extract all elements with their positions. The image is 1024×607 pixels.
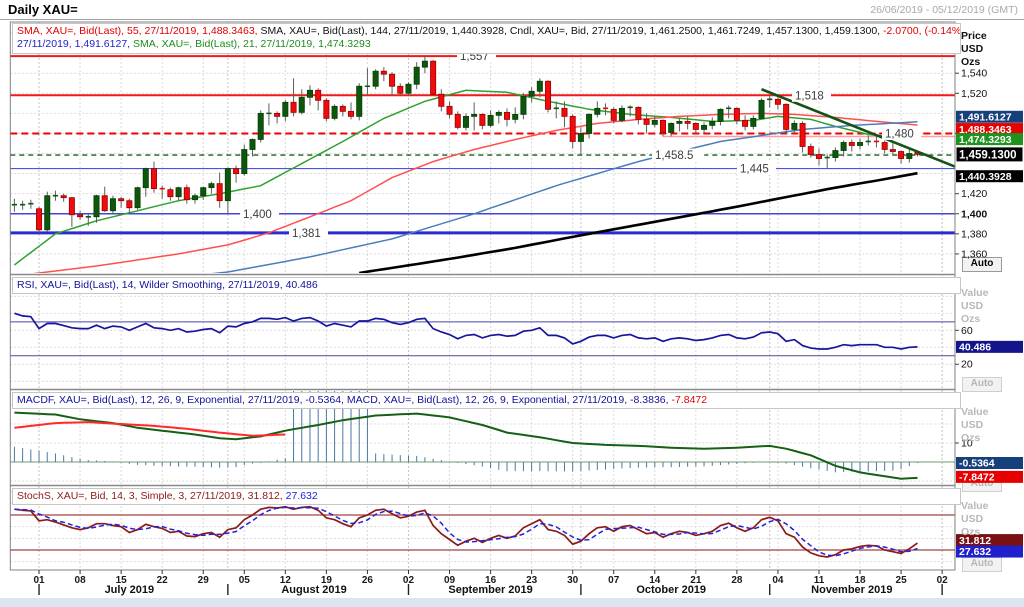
rsi-panel-legend[interactable]: RSI, XAU=, Bid(Last), 14, Wilder Smoothi… bbox=[12, 277, 961, 294]
svg-text:1,540: 1,540 bbox=[961, 68, 987, 80]
legend-segment: RSI, XAU=, Bid(Last), 14, Wilder Smoothi… bbox=[17, 279, 318, 291]
legend-segment: MACDF, XAU=, Bid(Last), 12, 26, 9, Expon… bbox=[17, 394, 669, 406]
level-label: 1,381 bbox=[292, 228, 321, 240]
price-panel: 1,5571,5181,4801,458.51,4451,4001,381 bbox=[10, 33, 958, 296]
svg-text:20: 20 bbox=[961, 359, 973, 371]
price-right-axis: 1,5401,5201,4801,4201,4001,3801,3601,491… bbox=[955, 68, 1023, 261]
rsi-panel bbox=[10, 279, 955, 381]
svg-text:-0.5364: -0.5364 bbox=[959, 458, 995, 470]
svg-text:27.632: 27.632 bbox=[959, 546, 991, 558]
rsi-axis-title: Value USD Ozs bbox=[961, 287, 988, 326]
stoch-legend-line: StochS, XAU=, Bid, 14, 3, Simple, 3, 27/… bbox=[17, 490, 956, 503]
level-label: 1,458.5 bbox=[655, 150, 693, 162]
x-tick-label: 29 bbox=[198, 575, 210, 586]
charting-app-window: 1,5571,5181,4801,458.51,4451,4001,3811,5… bbox=[0, 0, 1024, 607]
svg-text:1,491.6127: 1,491.6127 bbox=[959, 111, 1012, 123]
downtrend-line bbox=[762, 89, 959, 168]
svg-text:60: 60 bbox=[961, 325, 973, 337]
price-axis-title: Price USD Ozs bbox=[961, 30, 987, 69]
svg-text:1,380: 1,380 bbox=[961, 228, 987, 240]
x-tick-label: 22 bbox=[157, 575, 169, 586]
legend-segment: 27/11/2019, 1,491.6127, bbox=[17, 38, 130, 50]
line-macd bbox=[14, 413, 917, 479]
svg-text:1,360: 1,360 bbox=[961, 248, 987, 260]
month-label: November 2019 bbox=[811, 584, 892, 596]
month-label: August 2019 bbox=[281, 584, 346, 596]
svg-text:-7.8472: -7.8472 bbox=[959, 472, 995, 484]
chart-canvas[interactable]: 1,5571,5181,4801,458.51,4451,4001,3811,5… bbox=[0, 0, 1024, 607]
svg-text:1,400: 1,400 bbox=[961, 208, 987, 220]
month-label: October 2019 bbox=[636, 584, 706, 596]
legend-segment: -2.0700, (-0.14%), bbox=[880, 25, 961, 37]
svg-text:1,440.3928: 1,440.3928 bbox=[959, 171, 1012, 183]
candles-layer bbox=[12, 56, 920, 233]
level-label: 1,480 bbox=[885, 128, 914, 140]
legend-line-1: SMA, XAU=, Bid(Last), 55, 27/11/2019, 1,… bbox=[17, 25, 956, 38]
stoch-panel-legend[interactable]: StochS, XAU=, Bid, 14, 3, Simple, 3, 27/… bbox=[12, 488, 961, 505]
svg-text:1,459.1300: 1,459.1300 bbox=[959, 150, 1017, 162]
stoch-axis-title: Value USD Ozs bbox=[961, 500, 988, 539]
x-tick-label: 05 bbox=[239, 575, 251, 586]
rsi-legend-line: RSI, XAU=, Bid(Last), 14, Wilder Smoothi… bbox=[17, 279, 956, 292]
legend-segment: SMA, XAU=, Bid(Last), 21, 27/11/2019, 1,… bbox=[130, 38, 371, 50]
month-label: July 2019 bbox=[105, 584, 155, 596]
legend-segment: SMA, XAU=, Bid(Last), 144, 27/11/2019, 1… bbox=[258, 25, 880, 37]
level-label: 1,445 bbox=[740, 164, 769, 176]
svg-text:1,420: 1,420 bbox=[961, 188, 987, 200]
level-label: 1,400 bbox=[243, 209, 272, 221]
macd-legend-line: MACDF, XAU=, Bid(Last), 12, 26, 9, Expon… bbox=[17, 394, 956, 407]
x-axis: 0108152229051219260209162330071421280411… bbox=[33, 570, 948, 596]
x-tick-label: 04 bbox=[772, 575, 784, 586]
macd-axis-title: Value USD Ozs bbox=[961, 406, 988, 445]
level-label: 1,518 bbox=[795, 90, 824, 102]
x-tick-label: 07 bbox=[608, 575, 620, 586]
line-rsi14 bbox=[14, 313, 917, 349]
legend-segment: 27.632 bbox=[283, 490, 318, 502]
overlay-sma-55 bbox=[14, 113, 917, 276]
svg-text:1,474.3293: 1,474.3293 bbox=[959, 134, 1012, 146]
x-tick-label: 30 bbox=[567, 575, 579, 586]
legend-segment: SMA, XAU=, Bid(Last), 55, 27/11/2019, 1,… bbox=[17, 25, 258, 37]
x-tick-label: 28 bbox=[731, 575, 743, 586]
legend-segment: -7.8472 bbox=[669, 394, 708, 406]
svg-text:40.486: 40.486 bbox=[959, 342, 991, 354]
legend-line-2: 27/11/2019, 1,491.6127, SMA, XAU=, Bid(L… bbox=[17, 38, 956, 51]
macd-panel-legend[interactable]: MACDF, XAU=, Bid(Last), 12, 26, 9, Expon… bbox=[12, 392, 961, 409]
legend-segment: StochS, XAU=, Bid, 14, 3, Simple, 3, 27/… bbox=[17, 490, 283, 502]
x-tick-label: 25 bbox=[896, 575, 908, 586]
x-tick-label: 26 bbox=[362, 575, 374, 586]
x-tick-label: 08 bbox=[75, 575, 87, 586]
main-panel-legend[interactable]: SMA, XAU=, Bid(Last), 55, 27/11/2019, 1,… bbox=[12, 23, 961, 54]
overlay-sma-89 bbox=[14, 122, 917, 296]
rsi-right-axis: 60 20 40.486 bbox=[955, 325, 1023, 371]
month-label: September 2019 bbox=[448, 584, 532, 596]
svg-text:1,520: 1,520 bbox=[961, 88, 987, 100]
